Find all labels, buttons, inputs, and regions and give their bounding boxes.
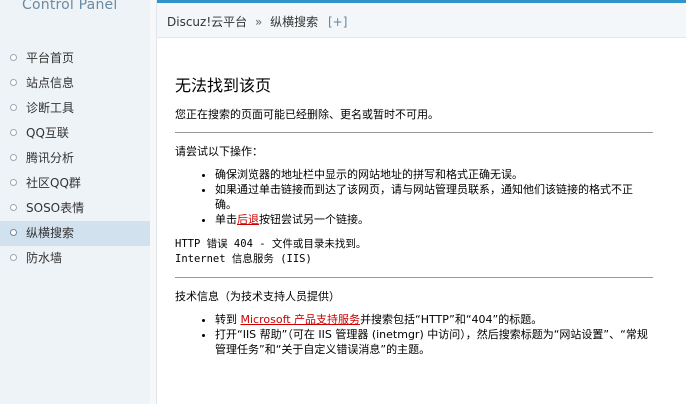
add-shortcut-button[interactable]: [+] — [328, 15, 347, 29]
list-item: 确保浏览器的地址栏中显示的网站地址的拼写和格式正确无误。 — [215, 167, 653, 182]
sidebar-item-label: 平台首页 — [26, 51, 75, 65]
page-title: 无法找到该页 — [175, 76, 272, 95]
sidebar-item-site-info[interactable]: 站点信息 — [0, 71, 150, 96]
tech-goto-suffix: 并搜索包括“HTTP”和“404”的标题。 — [360, 313, 543, 326]
sidebar-item-label: 腾讯分析 — [26, 151, 75, 165]
error-page: 无法找到该页 您正在搜索的页面可能已经删除、更名或暂时不可用。 请尝试以下操作：… — [175, 72, 653, 367]
sidebar-item-label: 站点信息 — [26, 76, 75, 90]
tips-list: 确保浏览器的地址栏中显示的网站地址的拼写和格式正确无误。 如果通过单击链接而到达… — [175, 167, 653, 227]
sidebar-item-tencent-analytics[interactable]: 腾讯分析 — [0, 146, 150, 171]
try-heading: 请尝试以下操作： — [175, 145, 263, 158]
iis-line: Internet 信息服务 (IIS) — [175, 253, 312, 265]
sidebar-item-firewall[interactable]: 防水墙 — [0, 246, 150, 271]
sidebar-item-platform-home[interactable]: 平台首页 — [0, 46, 150, 71]
breadcrumb: Discuz!云平台 » 纵横搜索 [+] — [167, 13, 347, 30]
bullet-icon — [10, 254, 17, 261]
bullet-icon — [10, 129, 17, 136]
http-error-line: HTTP 错误 404 - 文件或目录未找到。 — [175, 238, 367, 250]
brand-area: Control Panel — [0, 0, 150, 38]
sidebar-item-label: 防水墙 — [26, 251, 63, 265]
sidebar-item-vertical-search[interactable]: 纵横搜索 — [0, 221, 150, 246]
back-link[interactable]: 后退 — [237, 213, 259, 226]
divider — [175, 132, 653, 133]
bullet-icon — [10, 229, 17, 236]
ms-support-link[interactable]: Microsoft 产品支持服务 — [241, 313, 361, 326]
list-item: 单击后退按钮尝试另一个链接。 — [215, 212, 653, 227]
tip-back-prefix: 单击 — [215, 213, 237, 226]
breadcrumb-current: 纵横搜索 — [270, 15, 319, 29]
list-item: 打开“IIS 帮助”（可在 IIS 管理器 (inetmgr) 中访问），然后搜… — [215, 327, 653, 357]
bullet-icon — [10, 104, 17, 111]
tip-back-suffix: 按钮尝试另一个链接。 — [259, 213, 369, 226]
sidebar-nav: 平台首页 站点信息 诊断工具 QQ互联 腾讯分析 社区QQ群 SOSO表情 纵横… — [0, 46, 150, 271]
bullet-icon — [10, 179, 17, 186]
bullet-icon — [10, 154, 17, 161]
tech-goto-prefix: 转到 — [215, 313, 241, 326]
tech-list: 转到 Microsoft 产品支持服务并搜索包括“HTTP”和“404”的标题。… — [175, 312, 653, 357]
list-item: 如果通过单击链接而到达了该网页，请与网站管理员联系，通知他们该链接的格式不正确。 — [215, 182, 653, 212]
sidebar-item-soso-emoticons[interactable]: SOSO表情 — [0, 196, 150, 221]
top-bar: Discuz!云平台 » 纵横搜索 [+] — [157, 0, 686, 38]
sidebar-item-diagnostics[interactable]: 诊断工具 — [0, 96, 150, 121]
sidebar-item-label: 纵横搜索 — [26, 226, 75, 240]
sidebar-item-label: SOSO表情 — [26, 201, 85, 215]
bullet-icon — [10, 204, 17, 211]
sidebar-item-community-qq-group[interactable]: 社区QQ群 — [0, 171, 150, 196]
tech-heading: 技术信息（为技术支持人员提供） — [175, 290, 340, 303]
sidebar-item-label: 社区QQ群 — [26, 176, 81, 190]
bullet-icon — [10, 79, 17, 86]
breadcrumb-root-link[interactable]: Discuz!云平台 — [167, 15, 247, 29]
sidebar-item-qq-connect[interactable]: QQ互联 — [0, 121, 150, 146]
divider — [175, 277, 653, 278]
sidebar: Control Panel 平台首页 站点信息 诊断工具 QQ互联 腾讯分析 社… — [0, 0, 151, 404]
brand-title: Control Panel — [22, 0, 118, 13]
sidebar-divider — [150, 0, 157, 404]
breadcrumb-separator: » — [254, 15, 263, 29]
sidebar-item-label: QQ互联 — [26, 126, 69, 140]
sidebar-item-label: 诊断工具 — [26, 101, 75, 115]
bullet-icon — [10, 54, 17, 61]
list-item: 转到 Microsoft 产品支持服务并搜索包括“HTTP”和“404”的标题。 — [215, 312, 653, 327]
error-description: 您正在搜索的页面可能已经删除、更名或暂时不可用。 — [175, 108, 439, 121]
